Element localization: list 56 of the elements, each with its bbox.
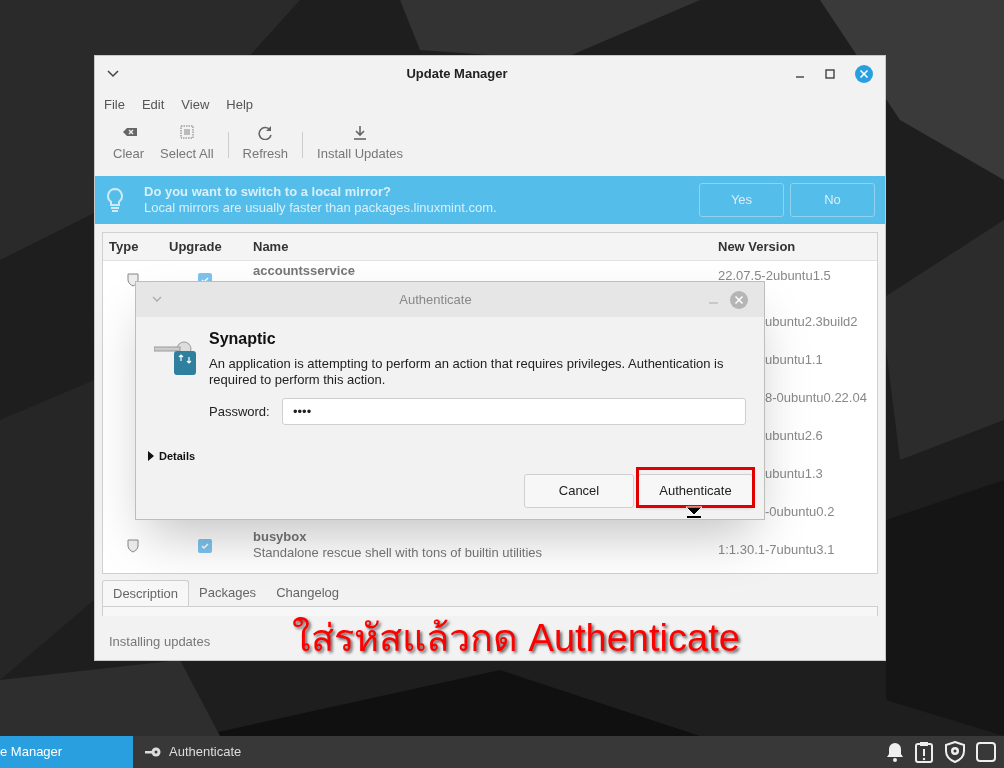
version-cell: 8-0ubuntu0.22.04 — [765, 390, 867, 405]
toolbar-button[interactable]: Refresh — [234, 124, 297, 164]
clipboard-alert-icon[interactable] — [914, 741, 934, 763]
dialog-heading: Synaptic — [209, 329, 277, 349]
field-label: Password: — [209, 402, 271, 421]
version-cell: ubuntu2.3build2 — [765, 314, 858, 329]
expander-icon — [148, 451, 154, 462]
details-expander[interactable]: Details — [148, 448, 196, 465]
toolbar-button[interactable]: Install Updates — [309, 124, 412, 164]
dialog-title: Authenticate — [398, 290, 473, 309]
dialog-message: An application is attempting to perform an action that requires privileges. Authentication is required to perform this action. — [209, 356, 725, 388]
annotation-overlay: ใส่รหัสแล้วกด Authenticate — [292, 617, 740, 660]
toolbar-button[interactable]: Select All — [152, 124, 222, 164]
version-cell: -0ubuntu0.2 — [765, 504, 835, 519]
menu-item[interactable]: View — [181, 95, 210, 115]
lightbulb-icon — [105, 187, 125, 213]
package-name: accountsservice — [253, 263, 356, 279]
version-cell: ubuntu2.6 — [765, 428, 823, 443]
package-description: Standalone rescue shell with tons of builtin utilities — [253, 545, 544, 561]
taskbar-item[interactable]: Authenticate — [133, 736, 254, 768]
shield-gear-icon[interactable] — [944, 741, 966, 763]
toolbar-button[interactable]: Clear — [105, 124, 153, 164]
shield-icon — [127, 539, 139, 553]
column-header[interactable]: Upgrade — [163, 236, 247, 257]
tab[interactable]: Changelog — [266, 580, 349, 606]
infobar-title: Do you want to switch to a local mirror? — [144, 184, 393, 200]
password-field[interactable]: •••• — [282, 398, 746, 425]
tab[interactable]: Packages — [189, 580, 267, 606]
column-header[interactable]: Name — [247, 236, 712, 257]
column-header[interactable]: New Version — [712, 236, 802, 257]
dialog-button[interactable]: Authenticate — [638, 473, 753, 508]
column-header[interactable]: Type — [103, 236, 163, 257]
package-name: busybox — [253, 529, 308, 545]
infobar-message: Local mirrors are usually faster than packages.linuxmint.com. — [144, 200, 498, 216]
version-cell: 22.07.5-2ubuntu1.5 — [718, 268, 831, 283]
bell-icon[interactable] — [886, 742, 904, 762]
chevron-icon[interactable] — [107, 69, 119, 78]
version-cell: ubuntu1.3 — [765, 466, 823, 481]
window-title: Update Manager — [405, 64, 509, 83]
menu-item[interactable]: File — [104, 95, 125, 115]
maximize-icon[interactable] — [825, 68, 835, 79]
version-cell: 1:1.30.1-7ubuntu3.1 — [718, 542, 835, 557]
key-lock-icon — [154, 341, 198, 377]
menu-item[interactable]: Edit — [141, 95, 165, 115]
key-icon — [145, 747, 161, 757]
pointer-icon — [684, 505, 704, 519]
close-icon[interactable] — [855, 64, 873, 83]
close-icon[interactable] — [730, 290, 748, 309]
window-icon[interactable] — [976, 742, 996, 762]
status-text: Installing updates — [109, 633, 211, 651]
checkmark-icon — [200, 541, 210, 551]
menu-item[interactable]: Help — [226, 95, 254, 115]
tab[interactable]: Description — [102, 580, 190, 606]
version-cell: ubuntu1.1 — [765, 352, 823, 367]
checkbox[interactable] — [198, 539, 212, 553]
dialog-button[interactable]: Cancel — [524, 473, 634, 508]
